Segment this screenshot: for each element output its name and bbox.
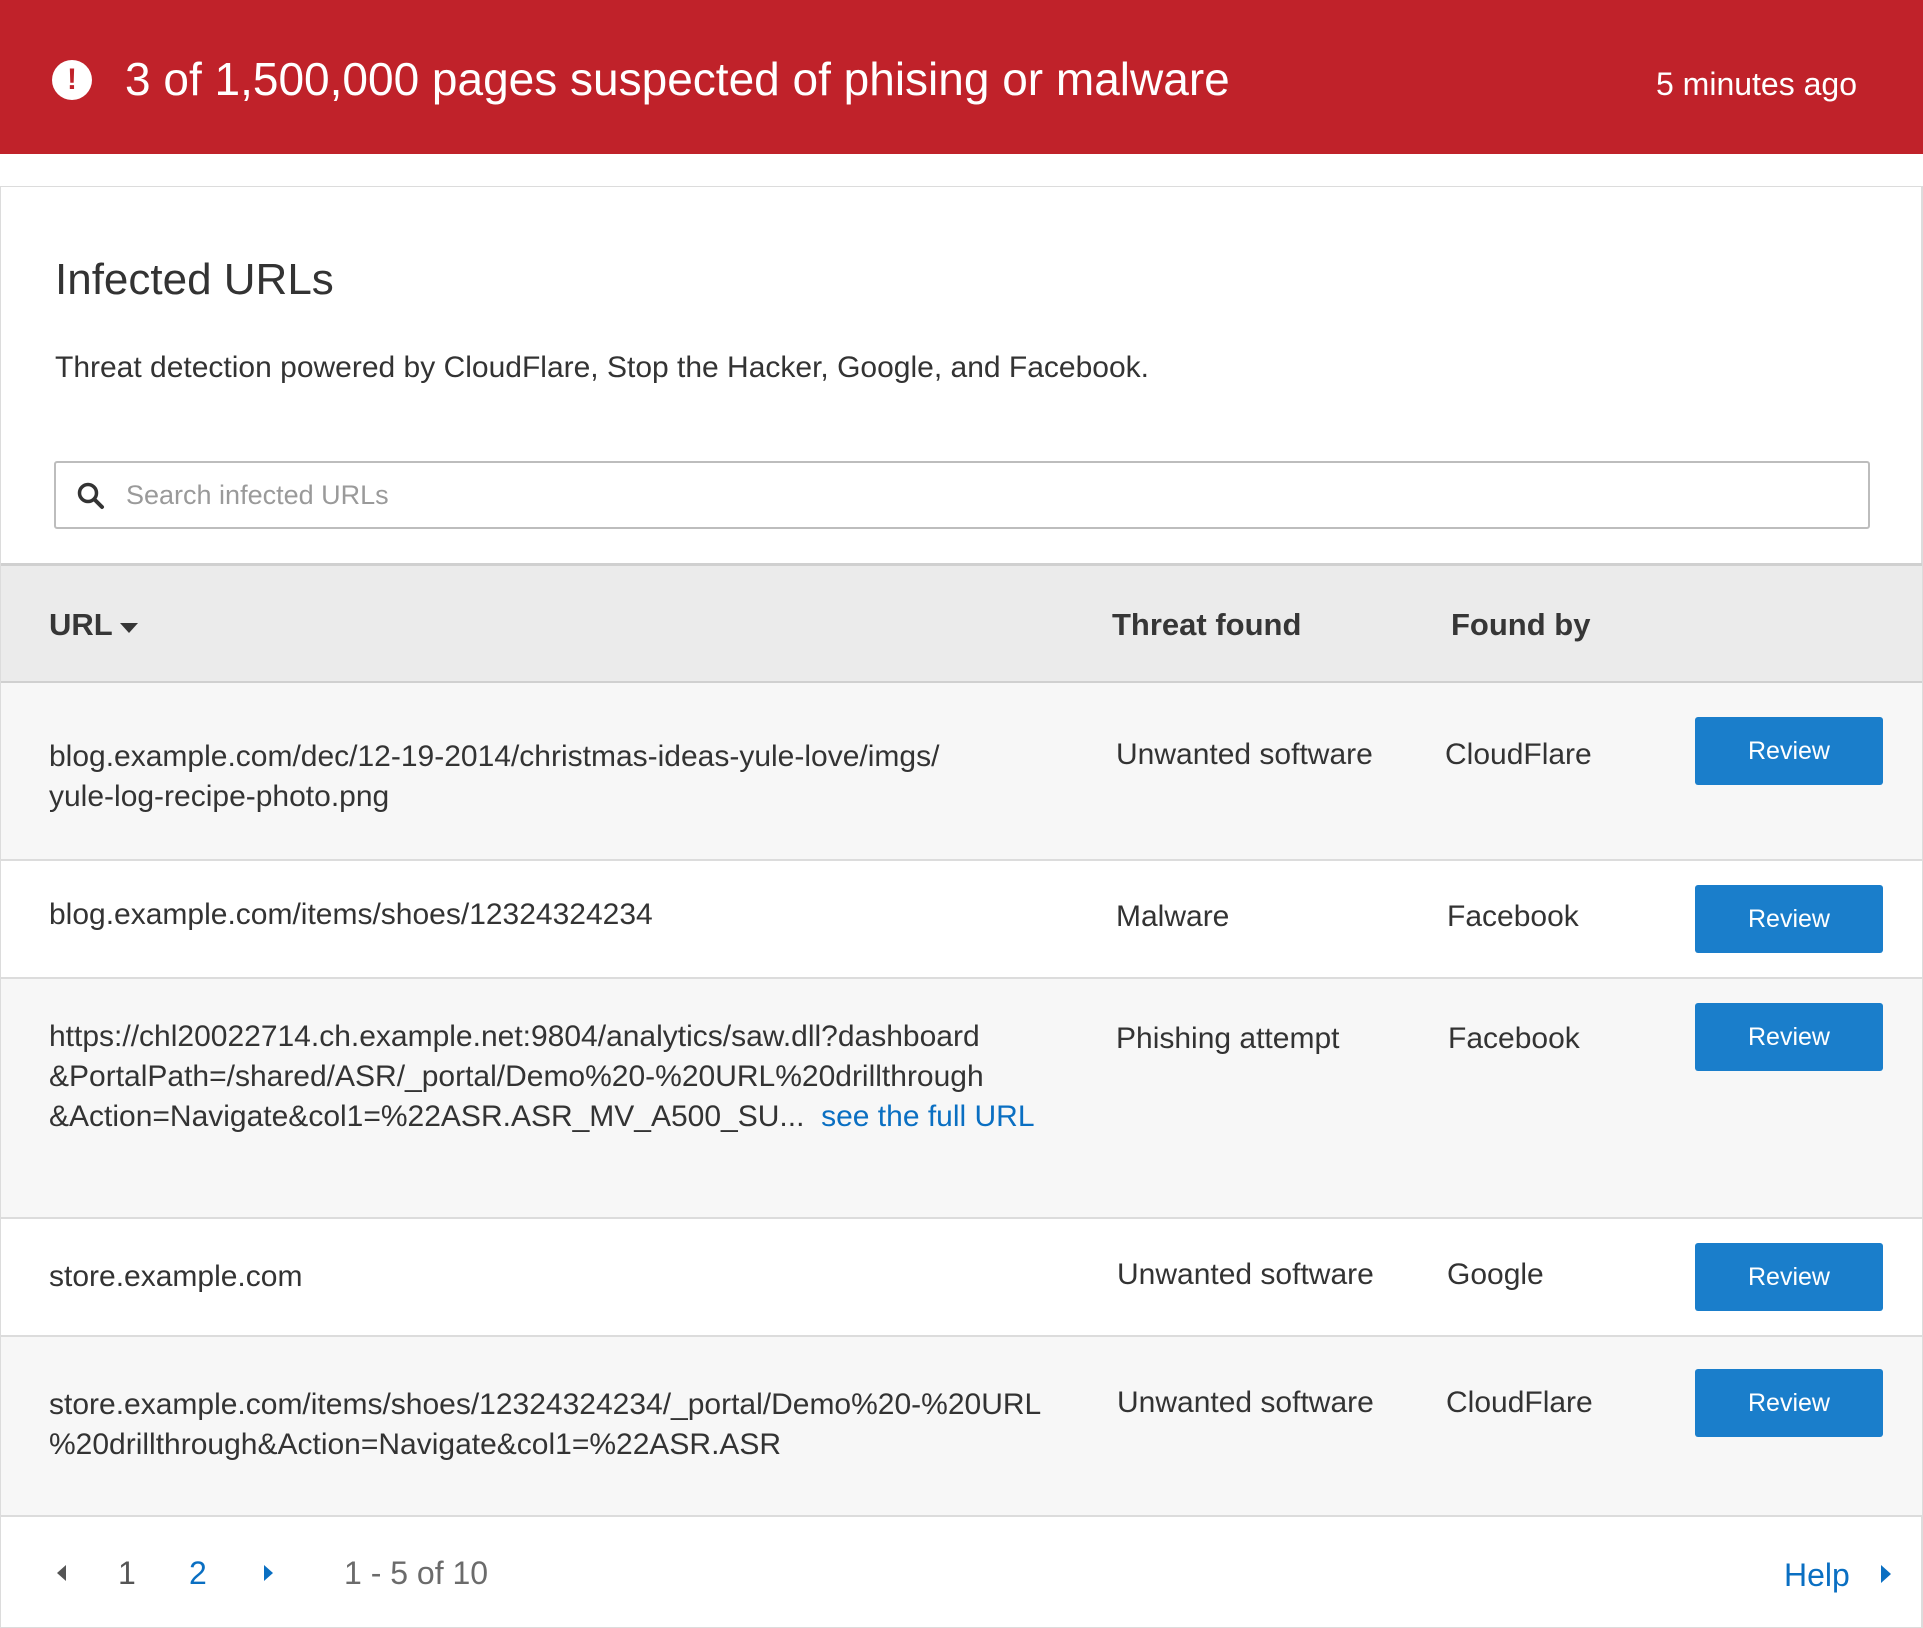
url-text: blog.example.com/items/shoes/12324324234 <box>49 898 653 931</box>
url-cell: store.example.com <box>49 1257 1089 1297</box>
pagination: 1 2 1 - 5 of 10 Help <box>1 1517 1922 1627</box>
review-button[interactable]: Review <box>1695 1243 1883 1311</box>
column-header-url[interactable]: URL <box>49 606 113 644</box>
chevron-right-icon[interactable] <box>1881 1565 1891 1583</box>
page-2-link[interactable]: 2 <box>189 1553 207 1593</box>
page-subtitle: Threat detection powered by CloudFlare, … <box>55 351 1149 384</box>
help-link[interactable]: Help <box>1784 1555 1850 1595</box>
threat-cell: Phishing attempt <box>1116 1022 1340 1055</box>
url-truncated: &Action=Navigate&col1=%22ASR.ASR_MV_A500… <box>49 1100 805 1133</box>
threat-cell: Unwanted software <box>1117 1386 1374 1419</box>
alert-timestamp: 5 minutes ago <box>1655 66 1857 102</box>
page-title: Infected URLs <box>55 255 334 304</box>
url-text: yule-log-recipe-photo.png <box>49 780 390 813</box>
column-header-threat[interactable]: Threat found <box>1112 606 1301 644</box>
search-icon <box>77 482 104 509</box>
table-row: blog.example.com/items/shoes/12324324234… <box>1 861 1922 979</box>
url-cell: blog.example.com/dec/12-19-2014/christma… <box>49 737 1089 817</box>
table-row: store.example.com/items/shoes/1232432423… <box>1 1337 1922 1517</box>
found-by-cell: CloudFlare <box>1445 738 1592 771</box>
page-1-link[interactable]: 1 <box>118 1553 136 1593</box>
url-cell: blog.example.com/items/shoes/12324324234 <box>49 895 1089 935</box>
threat-cell: Malware <box>1116 900 1230 933</box>
exclamation-circle-icon: ! <box>52 60 92 100</box>
search-input[interactable] <box>126 471 1826 519</box>
previous-page-icon[interactable] <box>57 1565 66 1581</box>
table-row: store.example.com Unwanted software Goog… <box>1 1219 1922 1337</box>
url-text: &Action=Navigate&col1=%22ASR.ASR_MV_A500… <box>49 1097 1089 1137</box>
review-button[interactable]: Review <box>1695 1369 1883 1437</box>
url-text: https://chl20022714.ch.example.net:9804/… <box>49 1020 980 1053</box>
review-button[interactable]: Review <box>1695 717 1883 785</box>
found-by-cell: Facebook <box>1448 1022 1580 1055</box>
alert-banner: ! 3 of 1,500,000 pages suspected of phis… <box>0 0 1923 154</box>
table-row: blog.example.com/dec/12-19-2014/christma… <box>1 683 1922 861</box>
review-button[interactable]: Review <box>1695 1003 1883 1071</box>
next-page-icon[interactable] <box>264 1565 273 1581</box>
see-full-url-link[interactable]: see the full URL <box>821 1100 1034 1133</box>
search-box[interactable] <box>54 461 1870 529</box>
table-row: https://chl20022714.ch.example.net:9804/… <box>1 979 1922 1219</box>
threat-cell: Unwanted software <box>1116 738 1373 771</box>
page-range: 1 - 5 of 10 <box>344 1555 489 1591</box>
infected-urls-panel: Infected URLs Threat detection powered b… <box>0 186 1923 1628</box>
alert-title: 3 of 1,500,000 pages suspected of phisin… <box>125 53 1230 105</box>
url-cell: https://chl20022714.ch.example.net:9804/… <box>49 1017 1089 1137</box>
url-text: &PortalPath=/shared/ASR/_portal/Demo%20-… <box>49 1060 984 1093</box>
table-header: URL Threat found Found by <box>1 563 1922 683</box>
url-text: blog.example.com/dec/12-19-2014/christma… <box>49 740 940 773</box>
url-text: %20drillthrough&Action=Navigate&col1=%22… <box>49 1428 782 1461</box>
url-text: store.example.com <box>49 1260 303 1293</box>
caret-down-icon[interactable] <box>120 623 138 633</box>
url-cell: store.example.com/items/shoes/1232432423… <box>49 1385 1089 1465</box>
url-text: store.example.com/items/shoes/1232432423… <box>49 1388 1042 1421</box>
found-by-cell: CloudFlare <box>1446 1386 1593 1419</box>
threat-cell: Unwanted software <box>1117 1258 1374 1291</box>
review-button[interactable]: Review <box>1695 885 1883 953</box>
found-by-cell: Google <box>1447 1258 1544 1291</box>
found-by-cell: Facebook <box>1447 900 1579 933</box>
column-header-found-by[interactable]: Found by <box>1451 606 1590 644</box>
